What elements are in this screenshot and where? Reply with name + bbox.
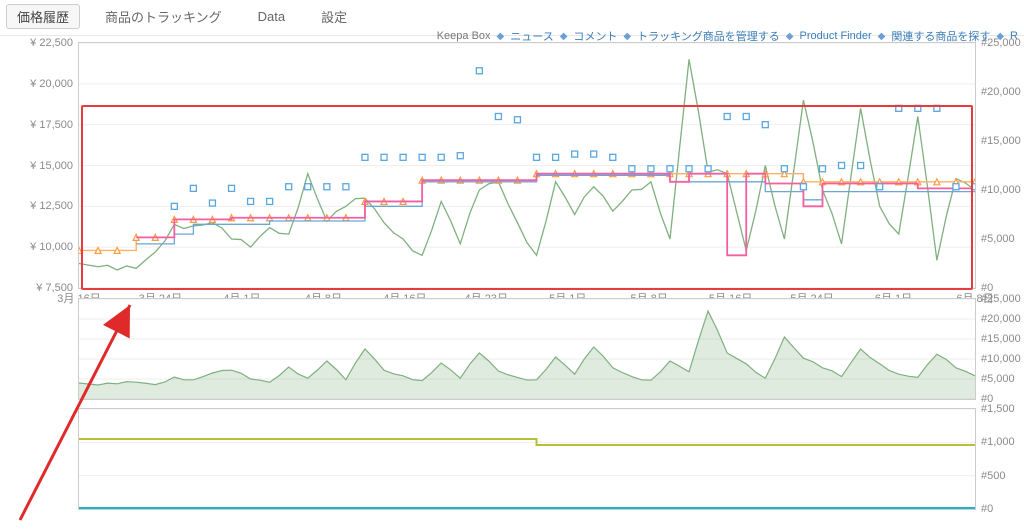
overview-chart-svg	[79, 299, 975, 399]
rank-chart-svg	[79, 409, 975, 509]
mini-y-tick: #25,000	[975, 293, 1024, 305]
rank-y-tick: #500	[975, 470, 1024, 482]
diamond-icon: ◆	[878, 31, 886, 42]
y-right-tick: #25,000	[975, 37, 1024, 49]
tab-tracking[interactable]: 商品のトラッキング	[94, 4, 233, 29]
rank-y-tick: #1,500	[975, 403, 1024, 415]
y-left-tick: ¥ 15,000	[13, 160, 79, 172]
mini-y-tick: #5,000	[975, 373, 1024, 385]
y-left-tick: ¥ 10,000	[13, 241, 79, 253]
y-left-tick: ¥ 20,000	[13, 78, 79, 90]
diamond-icon: ◆	[786, 31, 794, 42]
y-left-tick: ¥ 17,500	[13, 119, 79, 131]
mini-y-tick: #20,000	[975, 313, 1024, 325]
y-right-tick: #10,000	[975, 184, 1024, 196]
diamond-icon: ◆	[623, 31, 631, 42]
overview-chart[interactable]: #0#5,000#10,000#15,000#20,000#25,000	[78, 298, 976, 400]
rank-y-tick: #1,000	[975, 436, 1024, 448]
y-left-tick: ¥ 22,500	[13, 37, 79, 49]
mini-y-tick: #10,000	[975, 353, 1024, 365]
diamond-icon: ◆	[497, 31, 505, 42]
main-price-chart[interactable]: ¥ 7,500¥ 10,000¥ 12,500¥ 15,000¥ 17,500¥…	[78, 42, 976, 289]
rank-y-tick: #0	[975, 503, 1024, 515]
price-chart-svg	[79, 43, 975, 288]
y-right-tick: #15,000	[975, 135, 1024, 147]
rank-chart[interactable]: #0#500#1,000#1,500	[78, 408, 976, 510]
y-left-tick: ¥ 12,500	[13, 200, 79, 212]
diamond-icon: ◆	[560, 31, 568, 42]
y-right-tick: #5,000	[975, 233, 1024, 245]
tab-settings[interactable]: 設定	[310, 4, 358, 29]
tab-price-history[interactable]: 価格履歴	[6, 4, 80, 29]
crumb-product-finder[interactable]: Product Finder	[799, 30, 871, 42]
mini-y-tick: #15,000	[975, 333, 1024, 345]
tab-data[interactable]: Data	[247, 6, 296, 27]
y-right-tick: #20,000	[975, 86, 1024, 98]
keepa-box-label: Keepa Box	[437, 30, 491, 42]
